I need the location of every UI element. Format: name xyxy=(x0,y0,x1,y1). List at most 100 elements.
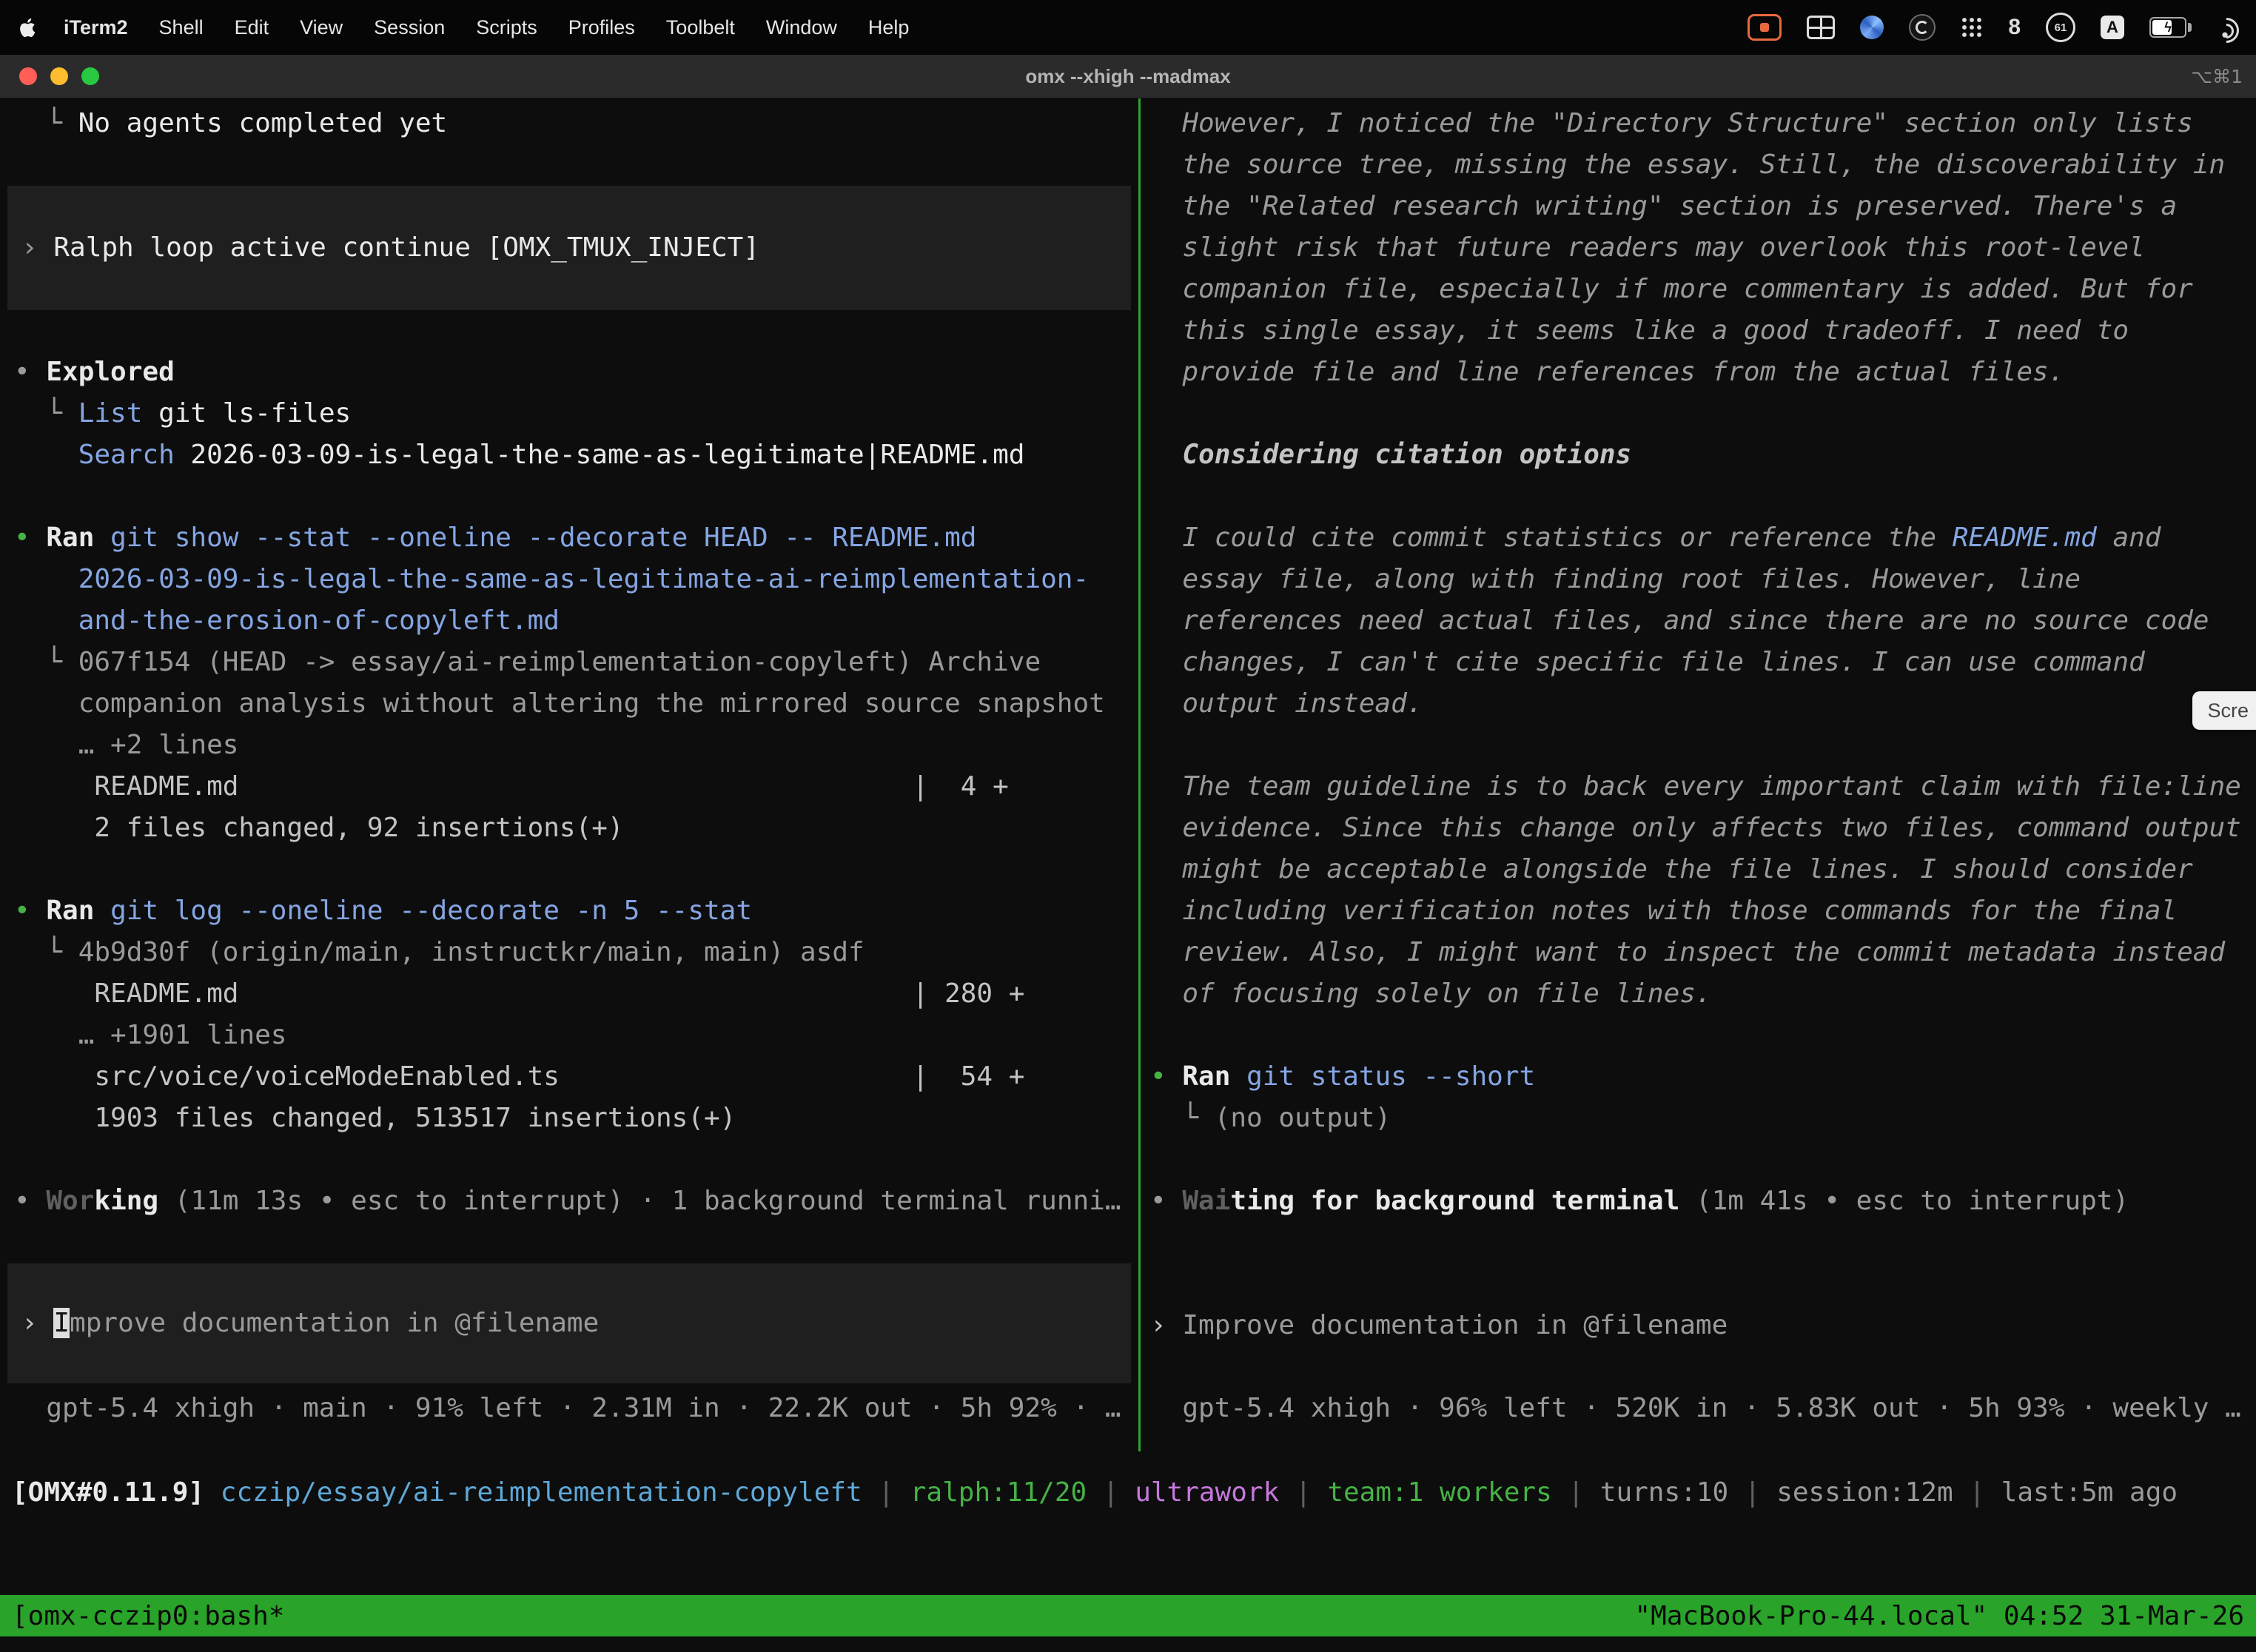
dark-app-icon[interactable] xyxy=(1909,14,1936,41)
text-segment: | xyxy=(1728,1477,1776,1508)
menu-shell[interactable]: Shell xyxy=(159,16,204,39)
text-segment: (11m 13s • esc to interrupt) · 1 backgro… xyxy=(158,1186,1121,1216)
text-segment: The team guideline is to back every impo… xyxy=(1150,771,2241,802)
minimize-button[interactable] xyxy=(50,67,68,85)
menu-bar: iTerm2 Shell Edit View Session Scripts Profile… xyxy=(0,0,2256,55)
terminal-line: the "Related research writing" section i… xyxy=(1141,186,2256,227)
text-segment: • xyxy=(14,357,46,387)
menubar-status-icons: 8 61 Aϟ xyxy=(1748,13,2238,42)
text-segment: (no output) xyxy=(1215,1103,1391,1133)
left-pane-body-lines: • Explored └ List git ls-files Search 20… xyxy=(0,310,1138,1222)
window-grid-icon[interactable] xyxy=(1807,16,1835,39)
omx-status-line: [OMX#0.11.9] cczip/essay/ai-reimplementa… xyxy=(0,1472,2256,1514)
terminal-line: including verification notes with those … xyxy=(1141,890,2256,932)
terminal-line: • Ran git show --stat --oneline --decora… xyxy=(0,517,1138,559)
text-segment: • xyxy=(14,1186,46,1216)
figure-8-icon[interactable]: 8 xyxy=(2008,15,2021,40)
text-segment: src/voice/voiceModeEnabled.ts | 54 + xyxy=(14,1061,1024,1092)
wifi-icon[interactable] xyxy=(2212,16,2238,38)
terminal-line xyxy=(0,476,1138,517)
text-segment: cczip/essay/ai-reimplementation-copyleft xyxy=(221,1477,862,1508)
swirl-icon[interactable] xyxy=(1860,16,1884,39)
dots-grid-icon[interactable] xyxy=(1961,16,1983,38)
prompt-input-left[interactable]: › Improve documentation in @filename xyxy=(7,1263,1131,1383)
terminal-line: • Ran git status --short xyxy=(1141,1056,2256,1098)
text-segment: git show --stat --oneline --decorate HEA… xyxy=(110,523,976,553)
text-segment: › xyxy=(1150,1310,1182,1340)
terminal-line: references need actual files, and since … xyxy=(1141,600,2256,642)
menu-edit[interactable]: Edit xyxy=(235,16,269,39)
text-segment: mprove documentation in @filename xyxy=(70,1308,599,1338)
text-segment: slight risk that future readers may over… xyxy=(1150,232,2145,263)
tmux-host-clock: "MacBook-Pro-44.local" 04:52 31-Mar-26 xyxy=(1634,1601,2244,1631)
terminal-line: src/voice/voiceModeEnabled.ts | 54 + xyxy=(0,1056,1138,1098)
window-shortcut: ⌥⌘1 xyxy=(2191,66,2256,87)
terminal-line: this single essay, it seems like a good … xyxy=(1141,310,2256,352)
text-segment: However, I noticed the "Directory Struct… xyxy=(1150,108,2193,138)
text-segment: … +2 lines xyxy=(14,730,238,760)
text-segment: team:1 workers xyxy=(1327,1477,1551,1508)
menu-toolbelt[interactable]: Toolbelt xyxy=(666,16,735,39)
prompt-input-right[interactable]: › Improve documentation in @filename xyxy=(1141,1305,2256,1346)
terminal-line: 2 files changed, 92 insertions(+) xyxy=(0,807,1138,849)
text-segment: changes, I can't cite specific file line… xyxy=(1150,647,2145,677)
zoom-button[interactable] xyxy=(81,67,99,85)
text-segment: | xyxy=(862,1477,910,1508)
text-segment: 2 files changed, 92 insertions(+) xyxy=(14,813,624,843)
terminal-line: Search 2026-03-09-is-legal-the-same-as-l… xyxy=(0,434,1138,476)
terminal-line: └ List git ls-files xyxy=(0,393,1138,434)
menu-help[interactable]: Help xyxy=(868,16,910,39)
terminal-line: the source tree, missing the essay. Stil… xyxy=(1141,144,2256,186)
terminal-line: … +2 lines xyxy=(0,725,1138,766)
terminal-line: … +1901 lines xyxy=(0,1015,1138,1056)
text-segment: the source tree, missing the essay. Stil… xyxy=(1150,150,2225,180)
terminal-line: and-the-erosion-of-copyleft.md xyxy=(0,600,1138,642)
text-segment: session:12m xyxy=(1776,1477,1953,1508)
text-segment: review. Also, I might want to inspect th… xyxy=(1150,937,2225,967)
terminal-line: provide file and line references from th… xyxy=(1141,352,2256,393)
terminal-content: └ No agents completed yet › Ralph loop a… xyxy=(0,98,2256,1652)
apple-logo-icon[interactable] xyxy=(18,16,37,39)
menu-profiles[interactable]: Profiles xyxy=(568,16,635,39)
tmux-session-window: [omx-cczip0:bash* xyxy=(12,1601,284,1631)
text-segment: gpt-5.4 xhigh · main · 91% left · 2.31M … xyxy=(14,1393,1121,1423)
text-segment: I xyxy=(53,1308,70,1338)
text-segment: ultrawork xyxy=(1135,1477,1279,1508)
text-segment: List xyxy=(78,398,143,429)
screen-overlay-button[interactable]: Scre xyxy=(2192,691,2256,730)
prompt-input-left-line[interactable]: › Improve documentation in @filename xyxy=(7,1303,1131,1344)
left-pane-top-lines: └ No agents completed yet xyxy=(0,103,1138,186)
left-status-line: gpt-5.4 xhigh · main · 91% left · 2.31M … xyxy=(0,1388,1152,1429)
terminal-line: might be acceptable alongside the file l… xyxy=(1141,849,2256,890)
terminal-line: review. Also, I might want to inspect th… xyxy=(1141,932,2256,973)
text-segment: Considering citation options xyxy=(1150,440,1631,470)
terminal-line xyxy=(1141,1139,2256,1181)
window-title-bar: omx --xhigh --madmax ⌥⌘1 xyxy=(0,55,2256,98)
text-segment: and-the-erosion-of-copyleft.md xyxy=(14,605,560,636)
close-button[interactable] xyxy=(19,67,37,85)
text-segment: (1m 41s • esc to interrupt) xyxy=(1679,1186,2129,1216)
terminal-line: evidence. Since this change only affects… xyxy=(1141,807,2256,849)
input-source-icon[interactable]: A xyxy=(2101,16,2124,39)
text-segment: evidence. Since this change only affects… xyxy=(1150,813,2241,843)
ralph-loop-banner: › Ralph loop active continue [OMX_TMUX_I… xyxy=(7,186,1131,310)
terminal-line: └ 4b9d30f (origin/main, instructkr/main,… xyxy=(0,932,1138,973)
text-segment: the "Related research writing" section i… xyxy=(1150,191,2177,221)
text-segment: └ 067f154 (HEAD -> essay/ai-reimplementa… xyxy=(14,647,1041,677)
text-segment: git status --short xyxy=(1246,1061,1535,1092)
menu-session[interactable]: Session xyxy=(374,16,445,39)
text-segment: 2026-03-09-is-legal-the-same-as-legitima… xyxy=(175,440,1025,470)
terminal-line xyxy=(1141,476,2256,517)
menu-iterm2[interactable]: iTerm2 xyxy=(64,16,128,39)
menu-window[interactable]: Window xyxy=(766,16,837,39)
text-segment: Ran xyxy=(46,896,110,926)
screen-recording-indicator[interactable] xyxy=(1748,14,1782,41)
text-segment: companion file, especially if more comme… xyxy=(1150,274,2193,304)
text-segment: gpt-5.4 xhigh · 96% left · 520K in · 5.8… xyxy=(1150,1393,2241,1423)
menu-view[interactable]: View xyxy=(300,16,343,39)
battery-icon[interactable]: ϟ xyxy=(2149,17,2186,38)
menu-scripts[interactable]: Scripts xyxy=(476,16,537,39)
battery-percentage-badge[interactable]: 61 xyxy=(2046,13,2075,42)
text-segment: output instead. xyxy=(1150,688,1423,719)
text-segment: Ralph loop active continue [OMX_TMUX_INJ… xyxy=(53,232,759,263)
